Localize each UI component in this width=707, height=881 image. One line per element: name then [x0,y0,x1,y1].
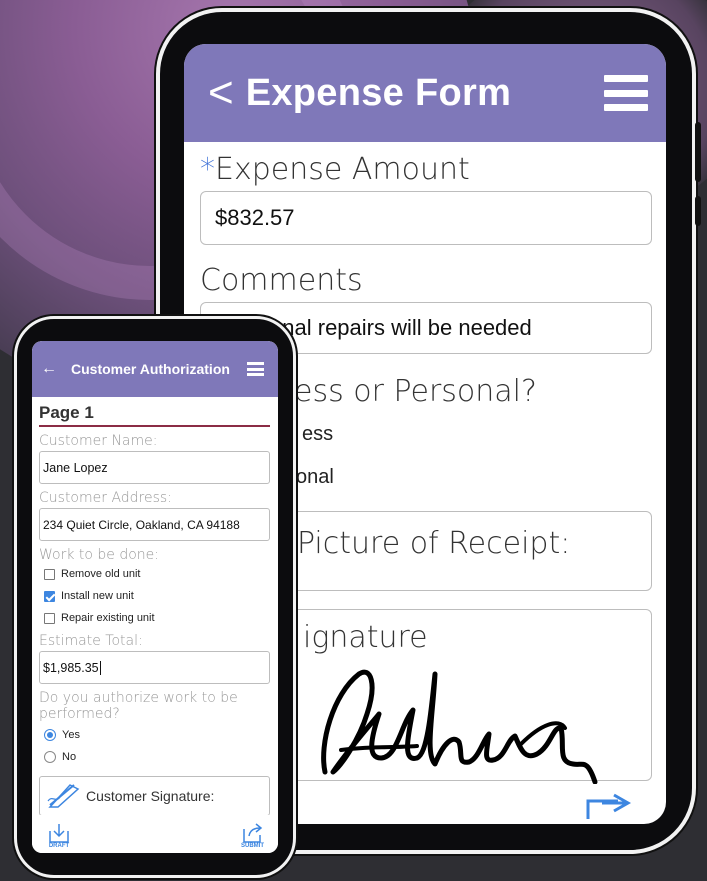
form-page-heading: Page 1 [39,403,270,427]
phone-screen: ← Customer Authorization Page 1 Customer… [32,341,278,853]
draft-download-icon [49,824,69,843]
estimate-total-label: Estimate Total: [39,633,143,649]
radio-no[interactable]: No [44,751,270,763]
customer-name-input[interactable]: Jane Lopez [39,451,270,484]
checkbox-remove-old-unit[interactable]: Remove old unit [44,568,270,580]
customer-address-input[interactable]: 234 Quiet Circle, Oakland, CA 94188 [39,508,270,541]
pen-icon [47,784,80,808]
phone-page-title: Customer Authorization [71,361,230,377]
checkbox-icon[interactable] [44,568,55,580]
text-cursor [99,660,101,675]
phone-device: ← Customer Authorization Page 1 Customer… [14,316,296,878]
receipt-label: Picture of Receipt: [297,526,571,561]
phone-header: ← Customer Authorization [32,341,278,397]
submit-share-icon[interactable] [584,793,642,824]
estimate-total-input[interactable]: $1,985.35 [39,651,270,684]
back-arrow-icon[interactable]: ← [41,360,57,378]
submit-label: SUBMIT [241,843,264,849]
checkbox-install-new-unit[interactable]: Install new unit [44,590,270,602]
work-label: Work to be done: [39,547,160,563]
draft-button[interactable]: DRAFT [48,823,70,849]
expense-amount-label: *Expense Amount [200,152,470,187]
checkbox-icon[interactable] [44,612,55,624]
comments-label: Comments [200,263,363,298]
submit-share-icon [242,823,262,843]
tablet-header: < Expense Form [184,44,666,142]
hamburger-icon[interactable] [247,362,264,376]
draft-label: DRAFT [48,843,70,849]
page-title: Expense Form [245,71,512,114]
checkbox-checked-icon[interactable] [44,590,55,602]
customer-name-label: Customer Name: [39,433,158,449]
radio-icon[interactable] [44,751,56,763]
checkbox-repair-existing-unit[interactable]: Repair existing unit [44,612,270,624]
expense-amount-input[interactable]: $832.57 [200,191,652,245]
phone-footer: DRAFT SUBMIT [32,815,278,853]
submit-button[interactable]: SUBMIT [241,823,264,849]
back-button[interactable]: < [208,71,234,115]
customer-address-label: Customer Address: [39,490,172,506]
customer-signature-field[interactable]: Customer Signature: [39,776,270,816]
radio-yes[interactable]: Yes [44,729,270,741]
customer-signature-label: Customer Signature: [86,788,215,804]
radio-selected-icon[interactable] [44,729,56,741]
authorize-label: Do you authorize work to be performed? [39,690,238,722]
hamburger-icon[interactable] [604,75,648,111]
